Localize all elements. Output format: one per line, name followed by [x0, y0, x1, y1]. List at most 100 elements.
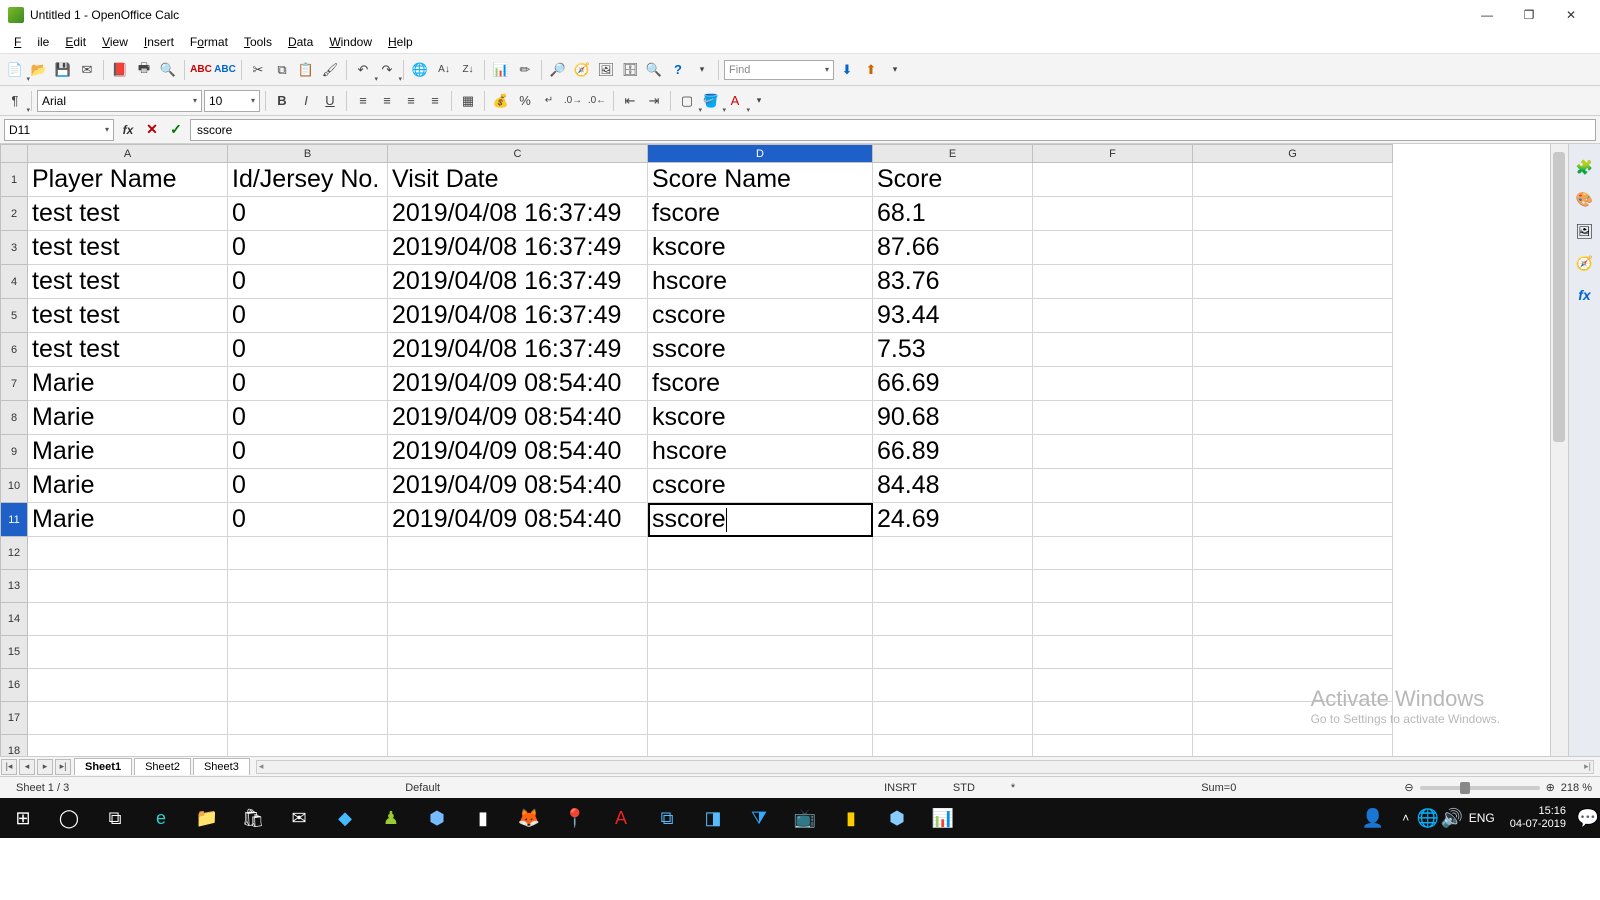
cell-F4[interactable]	[1033, 265, 1193, 299]
col-header-G[interactable]: G	[1193, 145, 1393, 163]
cell-D10[interactable]: cscore	[648, 469, 873, 503]
store-icon[interactable]: 🛍	[230, 798, 276, 838]
navigator-icon[interactable]: 🧭	[571, 59, 593, 81]
percent-icon[interactable]: %	[514, 90, 536, 112]
menu-insert[interactable]: Insert	[136, 32, 182, 52]
cell-D6[interactable]: sscore	[648, 333, 873, 367]
fontcolor-icon[interactable]: A▾	[724, 90, 746, 112]
cell-C3[interactable]: 2019/04/08 16:37:49	[388, 231, 648, 265]
cell-A12[interactable]	[28, 537, 228, 570]
cell-E14[interactable]	[873, 603, 1033, 636]
cell-F16[interactable]	[1033, 669, 1193, 702]
cell-F17[interactable]	[1033, 702, 1193, 735]
cell-B10[interactable]: 0	[228, 469, 388, 503]
cell-B7[interactable]: 0	[228, 367, 388, 401]
bold-icon[interactable]: B	[271, 90, 293, 112]
merge-cells-icon[interactable]: ▦	[457, 90, 479, 112]
cell-G4[interactable]	[1193, 265, 1393, 299]
cell-G7[interactable]	[1193, 367, 1393, 401]
cell-C4[interactable]: 2019/04/08 16:37:49	[388, 265, 648, 299]
row-header-10[interactable]: 10	[1, 469, 28, 503]
cell-B11[interactable]: 0	[228, 503, 388, 537]
col-header-B[interactable]: B	[228, 145, 388, 163]
cell-G18[interactable]	[1193, 735, 1393, 757]
cancel-icon[interactable]: ✕	[142, 121, 162, 138]
cell-B4[interactable]: 0	[228, 265, 388, 299]
row-header-15[interactable]: 15	[1, 636, 28, 669]
sidebar-gallery-icon[interactable]: 🖼	[1574, 220, 1596, 242]
cell-F10[interactable]	[1033, 469, 1193, 503]
cell-E5[interactable]: 93.44	[873, 299, 1033, 333]
cell-D8[interactable]: kscore	[648, 401, 873, 435]
row-header-9[interactable]: 9	[1, 435, 28, 469]
col-header-A[interactable]: A	[28, 145, 228, 163]
spellcheck-icon[interactable]: ABC	[190, 59, 212, 81]
horizontal-scrollbar[interactable]: ◂▸|	[256, 760, 1594, 774]
del-decimal-icon[interactable]: .0←	[586, 90, 608, 112]
tray-up-icon[interactable]: ˄	[1396, 798, 1416, 838]
cell-C15[interactable]	[388, 636, 648, 669]
row-header-4[interactable]: 4	[1, 265, 28, 299]
terminal-icon[interactable]: ▮	[460, 798, 506, 838]
cell-A17[interactable]	[28, 702, 228, 735]
undo-icon[interactable]: ↶▾	[352, 59, 374, 81]
cell-F9[interactable]	[1033, 435, 1193, 469]
cell-C16[interactable]	[388, 669, 648, 702]
add-decimal-icon[interactable]: .0→	[562, 90, 584, 112]
sidebar-navigator-icon[interactable]: 🧭	[1574, 252, 1596, 274]
help-icon[interactable]: ?	[667, 59, 689, 81]
cell-A3[interactable]: test test	[28, 231, 228, 265]
align-right-icon[interactable]: ≡	[400, 90, 422, 112]
clock[interactable]: 15:1604-07-2019	[1500, 805, 1576, 831]
row-header-3[interactable]: 3	[1, 231, 28, 265]
align-center-icon[interactable]: ≡	[376, 90, 398, 112]
paste-icon[interactable]: 📋	[295, 59, 317, 81]
cell-D5[interactable]: cscore	[648, 299, 873, 333]
cell-D3[interactable]: kscore	[648, 231, 873, 265]
status-std[interactable]: STD	[945, 782, 983, 794]
cell-B2[interactable]: 0	[228, 197, 388, 231]
taskview-icon[interactable]: ⧉	[92, 798, 138, 838]
find-prev-icon[interactable]: ⬆	[860, 59, 882, 81]
cell-B9[interactable]: 0	[228, 435, 388, 469]
underline-icon[interactable]: U	[319, 90, 341, 112]
cell-A18[interactable]	[28, 735, 228, 757]
sort-asc-icon[interactable]: A↓	[433, 59, 455, 81]
app7-icon[interactable]: ▮	[828, 798, 874, 838]
tab-sheet3[interactable]: Sheet3	[193, 758, 250, 775]
col-header-C[interactable]: C	[388, 145, 648, 163]
menu-edit[interactable]: Edit	[57, 32, 94, 52]
cell-D12[interactable]	[648, 537, 873, 570]
row-header-18[interactable]: 18	[1, 735, 28, 757]
zoom-level[interactable]: 218 %	[1561, 782, 1592, 794]
cell-A15[interactable]	[28, 636, 228, 669]
row-header-16[interactable]: 16	[1, 669, 28, 702]
cell-F1[interactable]	[1033, 163, 1193, 197]
row-header-11[interactable]: 11	[1, 503, 28, 537]
cell-D1[interactable]: Score Name	[648, 163, 873, 197]
row-header-14[interactable]: 14	[1, 603, 28, 636]
col-header-E[interactable]: E	[873, 145, 1033, 163]
cell-B8[interactable]: 0	[228, 401, 388, 435]
cell-G2[interactable]	[1193, 197, 1393, 231]
cell-E15[interactable]	[873, 636, 1033, 669]
cell-G6[interactable]	[1193, 333, 1393, 367]
cell-D9[interactable]: hscore	[648, 435, 873, 469]
cell-B6[interactable]: 0	[228, 333, 388, 367]
cell-A13[interactable]	[28, 570, 228, 603]
vertical-scrollbar[interactable]	[1550, 144, 1568, 756]
row-header-13[interactable]: 13	[1, 570, 28, 603]
cell-G14[interactable]	[1193, 603, 1393, 636]
cell-C9[interactable]: 2019/04/09 08:54:40	[388, 435, 648, 469]
firefox-icon[interactable]: 🦊	[506, 798, 552, 838]
copy-icon[interactable]: ⧉	[271, 59, 293, 81]
cell-E7[interactable]: 66.69	[873, 367, 1033, 401]
cell-F5[interactable]	[1033, 299, 1193, 333]
cell-G15[interactable]	[1193, 636, 1393, 669]
cell-G17[interactable]	[1193, 702, 1393, 735]
cell-B5[interactable]: 0	[228, 299, 388, 333]
network-icon[interactable]: 🌐	[1416, 798, 1440, 838]
show-draw-icon[interactable]: ✏	[514, 59, 536, 81]
tab-next-icon[interactable]: ▸	[37, 759, 53, 775]
cell-E18[interactable]	[873, 735, 1033, 757]
